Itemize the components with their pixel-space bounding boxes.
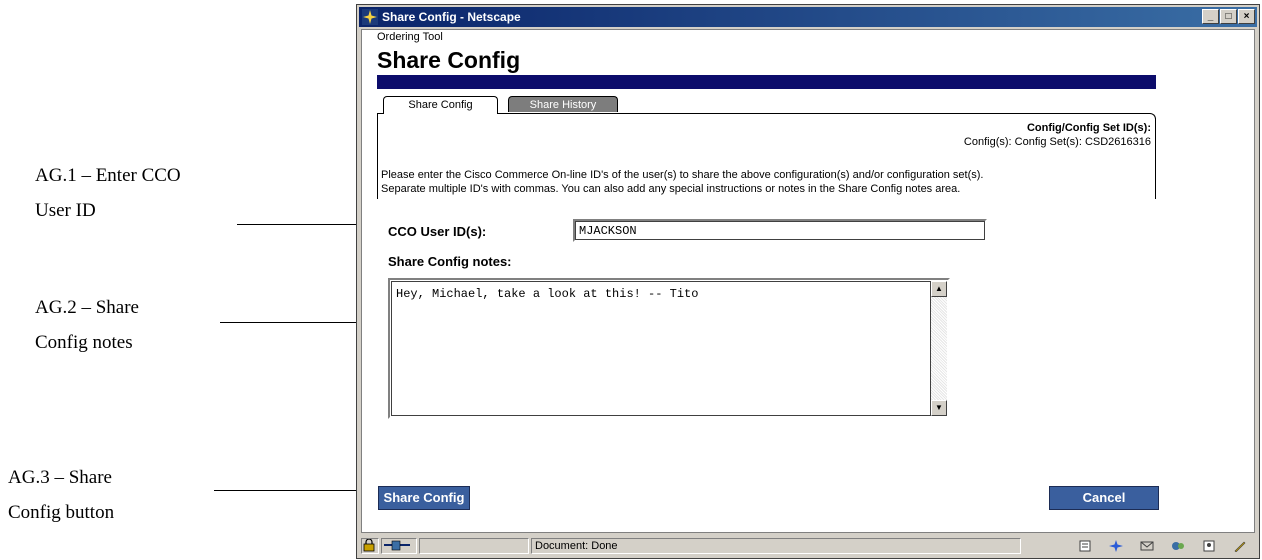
annotation-ag2-line1: AG.2 – Share [35,297,139,318]
progress-area [419,538,529,554]
scroll-up-icon[interactable]: ▲ [931,281,947,297]
tab-share-config[interactable]: Share Config [383,96,498,114]
cancel-button[interactable]: Cancel [1049,486,1159,510]
share-config-button[interactable]: Share Config [378,486,470,510]
close-button[interactable]: × [1238,9,1255,24]
annotation-ag1-line2: User ID [35,200,96,221]
status-bar: Document: Done [361,536,1255,556]
status-text: Document: Done [531,538,1021,554]
annotation-ag2-line2: Config notes [35,332,133,353]
user-id-label: CCO User ID(s): [388,224,487,239]
address-book-icon[interactable] [1202,540,1216,552]
window-title: Share Config - Netscape [382,10,521,24]
config-ids-value: Config(s): Config Set(s): CSD2616316 [963,136,1151,148]
lock-icon[interactable] [361,538,379,554]
composer-icon[interactable] [1233,540,1247,552]
netscape-icon [362,9,378,25]
instructions-line1: Please enter the Cisco Commerce On-line … [381,169,984,181]
notes-textarea[interactable]: Hey, Michael, take a look at this! -- Ti… [388,278,950,419]
notes-label: Share Config notes: [388,254,512,269]
mail-icon[interactable] [1140,540,1154,552]
annotation-arrow-1 [237,219,371,229]
navigator-icon[interactable] [1109,540,1123,552]
browser-window: Share Config - Netscape _ □ × Ordering T… [356,4,1260,559]
connection-icon[interactable] [381,538,417,554]
config-panel: Config/Config Set ID(s): Config(s): Conf… [377,113,1156,199]
notes-scrollbar[interactable]: ▲ ▼ [930,281,947,416]
header-rule [377,75,1156,89]
scroll-down-icon[interactable]: ▼ [931,400,947,416]
config-ids-heading: Config/Config Set ID(s): [1026,122,1151,134]
annotation-arrow-3 [214,485,372,495]
annotation-ag3-line1: AG.3 – Share [8,467,112,488]
page-content: Ordering Tool Share Config Share Config … [361,29,1255,533]
annotation-ag3-line2: Config button [8,502,115,523]
notes-text[interactable]: Hey, Michael, take a look at this! -- Ti… [391,281,930,416]
instructions: Please enter the Cisco Commerce On-line … [381,168,1151,196]
tab-share-history[interactable]: Share History [508,96,618,112]
instructions-line2: Separate multiple ID's with commas. You … [381,183,961,195]
app-name: Ordering Tool [377,31,443,43]
page-title: Share Config [377,47,521,73]
annotation-ag1-line1: AG.1 – Enter CCO [35,165,181,186]
page-icon[interactable] [1078,540,1092,552]
chat-icon[interactable] [1171,540,1185,552]
user-id-input[interactable]: MJACKSON [573,219,987,242]
annotation-ag2: AG.2 – Share Config notes [35,290,139,360]
title-bar[interactable]: Share Config - Netscape _ □ × [359,7,1257,27]
minimize-button[interactable]: _ [1202,9,1219,24]
annotation-ag3: AG.3 – Share Config button [8,460,114,530]
maximize-button[interactable]: □ [1220,9,1237,24]
annotation-ag1: AG.1 – Enter CCO User ID [35,158,181,228]
